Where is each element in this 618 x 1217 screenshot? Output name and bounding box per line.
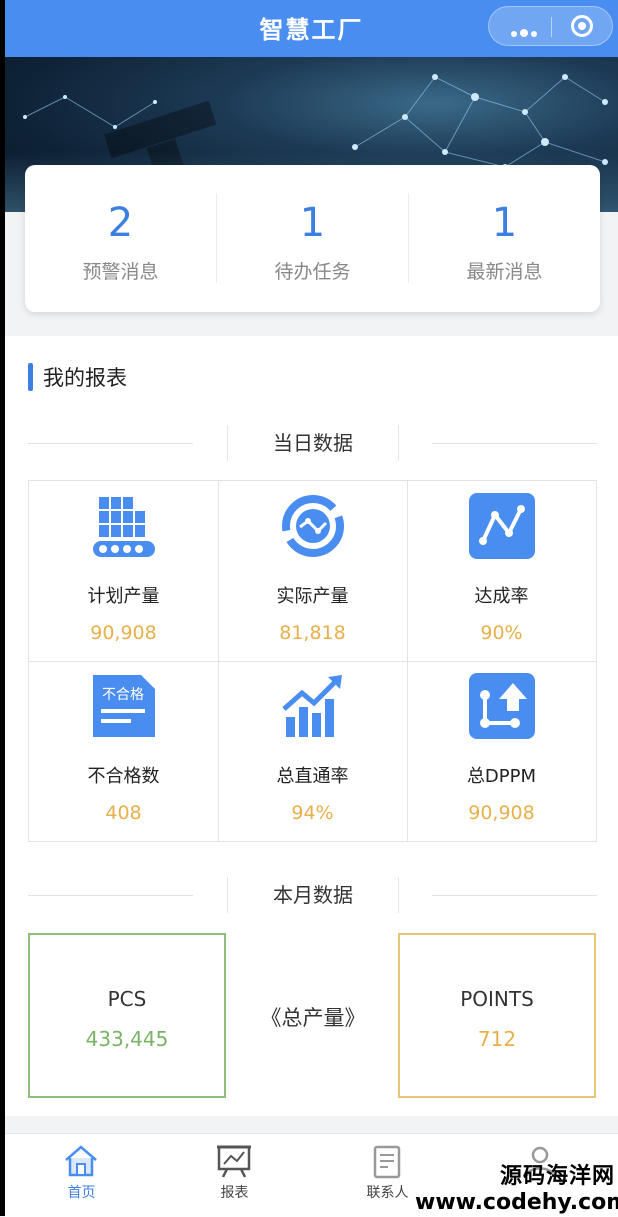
daily-heading: 当日数据 — [227, 425, 399, 461]
grid-item-defect-count[interactable]: 不合格 不合格数 408 — [29, 661, 218, 841]
total-output-label: 《总产量》 — [260, 1006, 366, 1030]
capsule-divider — [551, 17, 552, 37]
monthly-points-box[interactable]: POINTS 712 — [398, 933, 596, 1098]
achievement-rate-icon — [469, 493, 535, 559]
grid-item-label: 实际产量 — [276, 586, 349, 607]
tab-label: 报表 — [220, 1185, 249, 1201]
box-value: 712 — [477, 1027, 517, 1051]
watermark-line2: www.codehy.com — [415, 1190, 618, 1215]
stats-card: 2 预警消息 1 待办任务 1 最新消息 — [25, 165, 600, 312]
production-plan-icon — [93, 497, 155, 557]
report-title: 我的报表 — [43, 366, 127, 390]
actual-output-icon — [282, 495, 344, 557]
mini-program-capsule — [488, 6, 613, 46]
grid-item-value: 90,908 — [90, 622, 157, 644]
report-panel: 我的报表 当日数据 计划产量 90,908 实际产量 81,818 达成率 90… — [5, 336, 618, 1116]
grid-item-label: 计划产量 — [87, 586, 160, 607]
stat-warning[interactable]: 2 预警消息 — [25, 165, 216, 312]
monthly-heading: 本月数据 — [227, 877, 399, 913]
grid-item-value: 90% — [480, 622, 523, 644]
defect-doc-icon: 不合格 — [93, 675, 155, 737]
stat-news[interactable]: 1 最新消息 — [409, 165, 600, 312]
grid-item-label: 总DPPM — [466, 766, 537, 787]
stat-todo[interactable]: 1 待办任务 — [217, 165, 408, 312]
grid-item-label: 达成率 — [474, 586, 529, 607]
grid-item-dppm[interactable]: 总DPPM 90,908 — [407, 661, 596, 841]
stat-label: 预警消息 — [82, 261, 159, 283]
grid-item-planned-output[interactable]: 计划产量 90,908 — [29, 481, 218, 661]
stat-value: 2 — [107, 200, 134, 246]
title-accent-bar — [28, 363, 33, 391]
grid-item-first-pass-yield[interactable]: 总直通率 94% — [218, 661, 407, 841]
target-icon[interactable] — [571, 15, 593, 37]
grid-item-achievement-rate[interactable]: 达成率 90% — [407, 481, 596, 661]
box-value: 433,445 — [85, 1027, 169, 1051]
stat-label: 待办任务 — [274, 261, 351, 283]
grid-item-label: 不合格数 — [87, 766, 160, 787]
tab-label: 首页 — [67, 1185, 96, 1201]
contacts-icon — [373, 1145, 401, 1179]
report-icon — [217, 1145, 251, 1178]
box-title: PCS — [107, 987, 147, 1011]
tab-report[interactable]: 报表 — [158, 1134, 311, 1217]
grid-item-value: 81,818 — [279, 622, 346, 644]
grid-item-value: 94% — [291, 802, 334, 824]
watermark-line1: 源码海洋网 — [499, 1164, 615, 1189]
tab-home[interactable]: 首页 — [5, 1134, 158, 1217]
trend-up-icon — [282, 675, 342, 737]
box-title: POINTS — [460, 987, 534, 1011]
stat-value: 1 — [491, 200, 518, 246]
dppm-icon — [469, 673, 535, 739]
daily-data-grid: 计划产量 90,908 实际产量 81,818 达成率 90% 不合格 不合格数… — [28, 480, 597, 842]
grid-item-actual-output[interactable]: 实际产量 81,818 — [218, 481, 407, 661]
svg-text:不合格: 不合格 — [102, 687, 144, 703]
grid-item-value: 90,908 — [468, 802, 535, 824]
navigation-bar: 智慧工厂 — [5, 0, 618, 57]
watermark: 源码海洋网 www.codehy.com — [415, 1158, 618, 1215]
grid-item-value: 408 — [105, 802, 142, 824]
home-icon — [65, 1145, 97, 1177]
stat-value: 1 — [299, 200, 326, 246]
stat-label: 最新消息 — [466, 261, 543, 283]
more-dots-icon[interactable] — [511, 22, 547, 37]
monthly-pcs-box[interactable]: PCS 433,445 — [28, 933, 226, 1098]
grid-item-label: 总直通率 — [276, 766, 349, 787]
